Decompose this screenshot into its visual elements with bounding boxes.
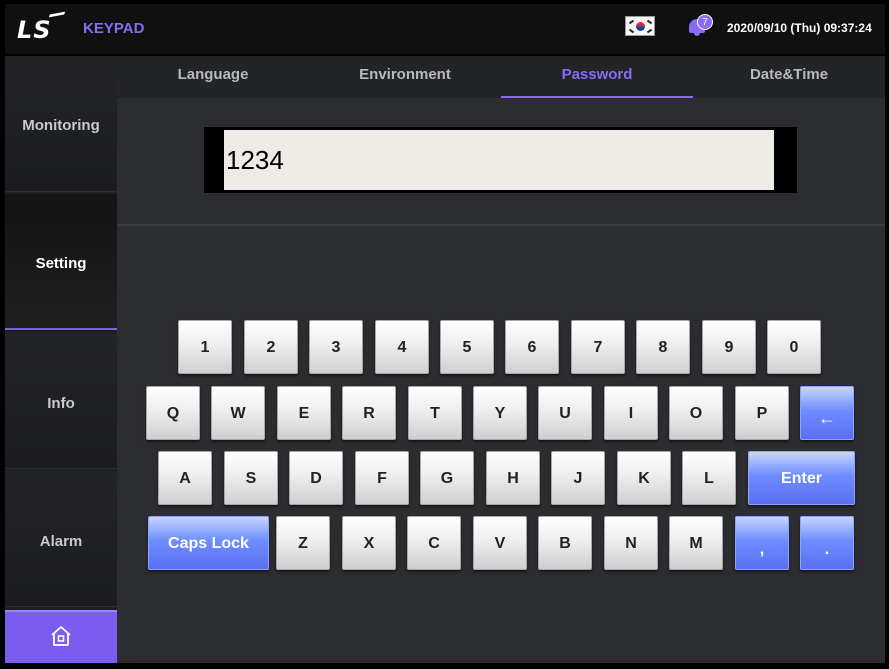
key-f[interactable]: F — [355, 451, 409, 505]
trigram-icon — [628, 28, 635, 34]
key-0[interactable]: 0 — [767, 320, 821, 374]
key-d[interactable]: D — [289, 451, 343, 505]
trigram-icon — [646, 28, 653, 34]
key-i[interactable]: I — [604, 386, 658, 440]
key-c[interactable]: C — [407, 516, 461, 570]
key-n[interactable]: N — [604, 516, 658, 570]
key-p[interactable]: P — [735, 386, 789, 440]
key-j[interactable]: J — [551, 451, 605, 505]
tab-password[interactable]: Password — [501, 56, 693, 98]
sidebar-item-label: Alarm — [39, 533, 83, 550]
sidebar-item-alarm[interactable]: Alarm — [5, 471, 117, 607]
key-8[interactable]: 8 — [636, 320, 690, 374]
korean-flag-icon[interactable] — [625, 16, 655, 36]
password-area — [117, 98, 885, 226]
trigram-icon — [646, 19, 653, 25]
screen: LS KEYPAD 7 2020/09/10 (Thu) 09:37:24 Mo… — [0, 0, 889, 669]
trigram-icon — [628, 19, 635, 25]
key-l[interactable]: L — [682, 451, 736, 505]
comma-key[interactable]: , — [735, 516, 789, 570]
tab-environment[interactable]: Environment — [309, 56, 501, 98]
key-5[interactable]: 5 — [440, 320, 494, 374]
period-key[interactable]: . — [800, 516, 854, 570]
key-3[interactable]: 3 — [309, 320, 363, 374]
header: LS KEYPAD 7 2020/09/10 (Thu) 09:37:24 — [5, 4, 885, 54]
tab-language[interactable]: Language — [117, 56, 309, 98]
caps-lock-key[interactable]: Caps Lock — [148, 516, 269, 570]
key-k[interactable]: K — [617, 451, 671, 505]
key-t[interactable]: T — [408, 386, 462, 440]
key-4[interactable]: 4 — [375, 320, 429, 374]
key-q[interactable]: Q — [146, 386, 200, 440]
sidebar-item-label: Setting — [35, 255, 87, 272]
notification-badge: 7 — [697, 14, 713, 30]
key-s[interactable]: S — [224, 451, 278, 505]
key-g[interactable]: G — [420, 451, 474, 505]
key-2[interactable]: 2 — [244, 320, 298, 374]
key-x[interactable]: X — [342, 516, 396, 570]
key-r[interactable]: R — [342, 386, 396, 440]
key-e[interactable]: E — [277, 386, 331, 440]
key-v[interactable]: V — [473, 516, 527, 570]
home-button[interactable] — [5, 610, 117, 663]
main-panel: Language Environment Password Date&Time … — [117, 56, 885, 663]
home-icon — [51, 626, 71, 646]
key-o[interactable]: O — [669, 386, 723, 440]
bell-clapper — [694, 32, 700, 36]
taeguk-icon — [636, 22, 645, 31]
sidebar-item-setting[interactable]: Setting — [5, 194, 117, 330]
sidebar: Monitoring Setting Info Alarm — [5, 56, 117, 663]
backspace-key[interactable]: ← — [800, 386, 854, 440]
key-w[interactable]: W — [211, 386, 265, 440]
key-h[interactable]: H — [486, 451, 540, 505]
tab-bar: Language Environment Password Date&Time — [117, 56, 885, 98]
key-m[interactable]: M — [669, 516, 723, 570]
key-a[interactable]: A — [158, 451, 212, 505]
password-frame — [204, 127, 797, 193]
key-b[interactable]: B — [538, 516, 592, 570]
key-y[interactable]: Y — [473, 386, 527, 440]
key-z[interactable]: Z — [276, 516, 330, 570]
sidebar-item-label: Monitoring — [22, 117, 100, 134]
key-9[interactable]: 9 — [702, 320, 756, 374]
app-title: KEYPAD — [83, 20, 145, 37]
tab-date-time[interactable]: Date&Time — [693, 56, 885, 98]
logo-swoosh-icon — [48, 11, 66, 18]
ls-logo: LS — [17, 16, 52, 44]
datetime-display: 2020/09/10 (Thu) 09:37:24 — [727, 21, 872, 35]
sidebar-item-info[interactable]: Info — [5, 333, 117, 469]
key-7[interactable]: 7 — [571, 320, 625, 374]
sidebar-item-label: Info — [47, 395, 75, 412]
key-u[interactable]: U — [538, 386, 592, 440]
sidebar-item-monitoring[interactable]: Monitoring — [5, 56, 117, 192]
key-1[interactable]: 1 — [178, 320, 232, 374]
enter-key[interactable]: Enter — [748, 451, 855, 505]
key-6[interactable]: 6 — [505, 320, 559, 374]
password-input[interactable] — [224, 130, 774, 190]
